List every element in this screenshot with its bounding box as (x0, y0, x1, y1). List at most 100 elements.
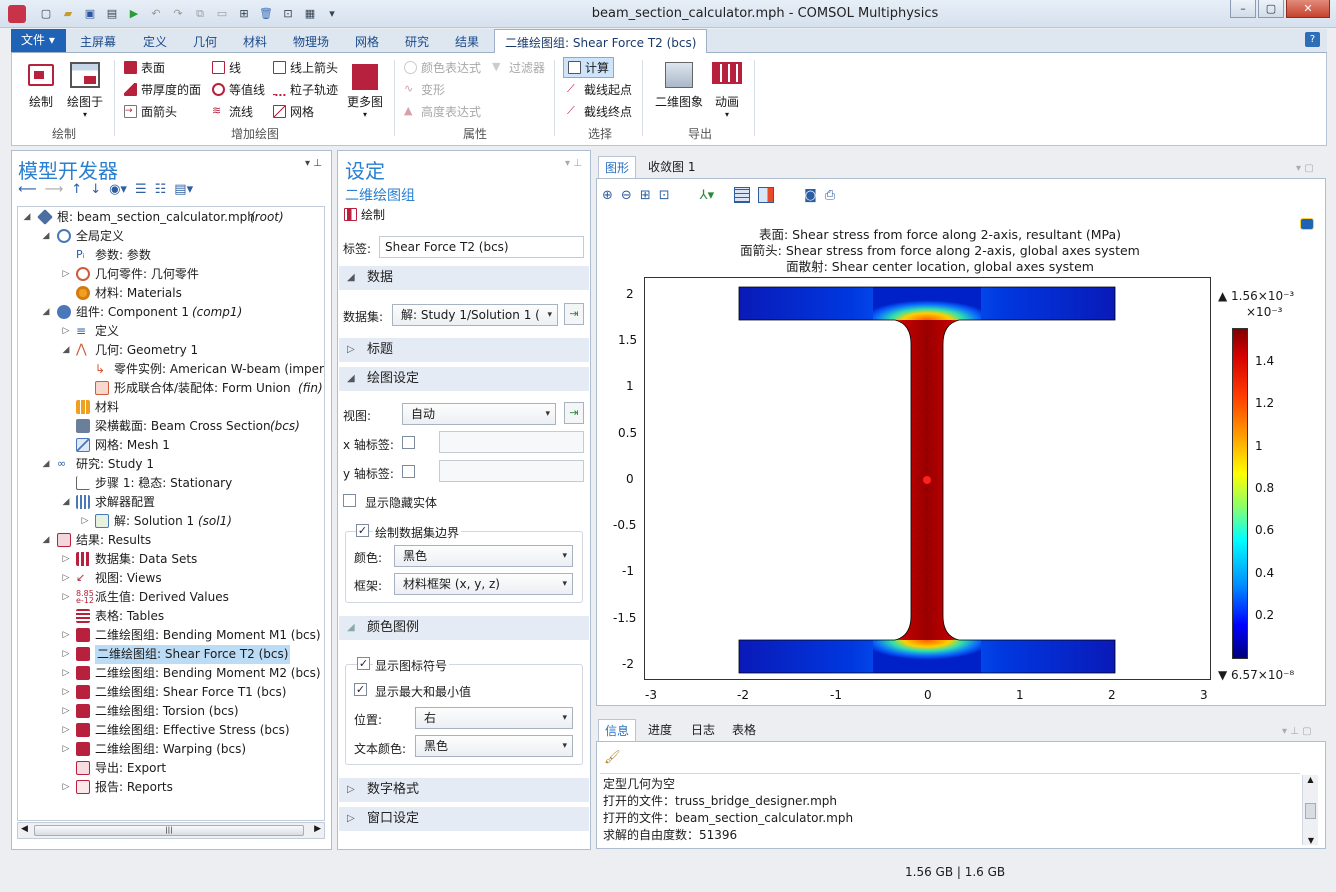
surface-button[interactable]: 表面 (124, 59, 165, 76)
scrollbar-thumb[interactable] (1305, 803, 1316, 819)
app-icon[interactable] (8, 5, 26, 23)
draw-boundary-checkbox[interactable]: ✓ (356, 524, 369, 537)
show-legend-icon[interactable] (758, 187, 775, 203)
expand-toggle-icon[interactable]: ▷ (61, 702, 71, 721)
back-icon[interactable]: ⟵ (18, 182, 37, 197)
duplicate-icon[interactable]: ⊞ (236, 6, 252, 22)
axis-orientation-icon[interactable]: ⅄▾ (700, 188, 714, 203)
expand-toggle-icon[interactable]: ▷ (61, 664, 71, 683)
y-axis-label-field[interactable] (439, 460, 584, 482)
clear-messages-icon[interactable]: 🖌 (604, 750, 621, 765)
frame-select[interactable]: 材料框架 (x, y, z) ▾ (394, 573, 573, 595)
panel-menu-icon[interactable]: ▾ ⊥ (565, 158, 582, 169)
height-surface-button[interactable]: 带厚度的面 (124, 81, 201, 98)
move-up-icon[interactable]: ↑ (71, 182, 82, 197)
panel-menu-icon[interactable]: ▾ ⊥ ▢ (1282, 726, 1312, 737)
particle-trace-button[interactable]: 粒子轨迹 (273, 81, 338, 98)
collapse-toggle-icon[interactable]: ◢ (41, 531, 51, 550)
copy-icon[interactable]: ⧉ (192, 6, 208, 22)
line-button[interactable]: 线 (212, 59, 241, 76)
move-down-icon[interactable]: ↓ (90, 182, 101, 197)
plot-in-button[interactable]: 绘图于 ▾ (64, 62, 106, 119)
section-window-settings[interactable]: ▷ 窗口设定 (339, 807, 589, 831)
close-button[interactable]: ✕ (1286, 0, 1330, 18)
show-minmax-checkbox[interactable]: ✓ (354, 683, 367, 696)
tab-convergence-plot[interactable]: 收敛图 1 (642, 156, 701, 178)
scroll-left-icon[interactable]: ◀ (21, 824, 28, 834)
minimize-button[interactable]: – (1230, 0, 1256, 18)
height-expression-button[interactable]: ▲ 高度表达式 (404, 103, 481, 120)
zoom-extents-icon[interactable]: ⊡ (659, 188, 670, 203)
more-icon[interactable]: ▾ (324, 6, 340, 22)
streamline-button[interactable]: ≋ 流线 (212, 103, 253, 120)
color-expression-button[interactable]: 颜色表达式 (404, 59, 481, 76)
paste-icon[interactable]: ▭ (214, 6, 230, 22)
collapse-icon[interactable]: ☷ (155, 182, 167, 197)
mesh-button[interactable]: 网格 (273, 103, 314, 120)
maximize-button[interactable]: ▢ (1258, 0, 1284, 18)
tab-table[interactable]: 表格 (726, 719, 762, 741)
show-icon[interactable]: ◉▾ (109, 182, 127, 197)
tab-progress[interactable]: 进度 (642, 719, 678, 741)
tab-study[interactable]: 研究 (405, 29, 429, 53)
deform-button[interactable]: ∿ 变形 (404, 81, 445, 98)
text-color-select[interactable]: 黑色 ▾ (415, 735, 573, 757)
section-title[interactable]: ▷ 标题 (339, 338, 589, 362)
line-arrow-button[interactable]: 线上箭头 (273, 59, 338, 76)
expand-toggle-icon[interactable]: ▷ (61, 721, 71, 740)
section-data[interactable]: ◢ 数据 (339, 266, 589, 290)
tab-materials[interactable]: 材料 (243, 29, 267, 53)
tab-messages[interactable]: 信息 (598, 719, 637, 741)
panel-menu-icon[interactable]: ▾ ⊥ (305, 158, 322, 169)
position-select[interactable]: 右 ▾ (415, 707, 573, 729)
show-hidden-checkbox[interactable] (343, 494, 356, 507)
expand-toggle-icon[interactable]: ▷ (80, 512, 90, 531)
cut-line-end-button[interactable]: ⟋ 截线终点 (567, 103, 632, 120)
beam-section-plot[interactable] (645, 278, 1210, 679)
expand-toggle-icon[interactable]: ▷ (61, 265, 71, 284)
section-color-legend[interactable]: ◢ 颜色图例 (339, 616, 589, 640)
show-grid-icon[interactable] (734, 187, 751, 203)
scroll-right-icon[interactable]: ▶ (314, 824, 321, 834)
y-axis-label-checkbox[interactable] (402, 465, 415, 478)
tab-home[interactable]: 主屏幕 (80, 29, 116, 53)
zoom-out-icon[interactable]: ⊖ (621, 188, 632, 203)
expand-icon[interactable]: ☰ (135, 182, 147, 197)
go-to-view-icon[interactable]: ⇥ (564, 402, 584, 424)
scroll-down-icon[interactable]: ▼ (1303, 836, 1319, 845)
cut-line-start-button[interactable]: ⟋ 截线起点 (567, 81, 632, 98)
rename-icon[interactable]: ▦ (302, 6, 318, 22)
panel-menu-icon[interactable]: ▾ ▢ (1296, 163, 1314, 174)
compute-button[interactable]: 计算 (563, 57, 615, 78)
camera-icon[interactable]: ◙ (804, 188, 817, 203)
surface-arrow-button[interactable]: → 面箭头 (124, 103, 177, 120)
collapse-toggle-icon[interactable]: ◢ (41, 455, 51, 474)
expand-toggle-icon[interactable]: ▷ (61, 322, 71, 341)
open-folder-icon[interactable]: ▰ (60, 6, 76, 22)
expand-toggle-icon[interactable]: ▷ (61, 740, 71, 759)
expand-toggle-icon[interactable]: ▷ (61, 550, 71, 569)
collapse-toggle-icon[interactable]: ◢ (41, 227, 51, 246)
collapse-toggle-icon[interactable]: ◢ (41, 303, 51, 322)
section-number-format[interactable]: ▷ 数字格式 (339, 778, 589, 802)
tree-options-icon[interactable]: ▤▾ (174, 182, 193, 197)
expand-toggle-icon[interactable]: ▷ (61, 569, 71, 588)
zoom-box-icon[interactable]: ⊞ (640, 188, 651, 203)
image-2d-button[interactable]: 二维图象 (652, 62, 706, 110)
color-select[interactable]: 黑色 ▾ (394, 545, 573, 567)
section-plot-settings[interactable]: ◢ 绘图设定 (339, 367, 589, 391)
settings-plot-button[interactable]: 绘制 (344, 206, 385, 223)
plot-button[interactable]: 绘制 (24, 64, 58, 110)
tree-horizontal-scrollbar[interactable]: ◀ ||| ▶ (17, 822, 325, 839)
show-legend-checkbox[interactable]: ✓ (357, 657, 370, 670)
expand-toggle-icon[interactable]: ▷ (61, 683, 71, 702)
help-icon[interactable]: ? (1305, 32, 1320, 47)
filter-button[interactable]: ▼ 过滤器 (492, 59, 545, 76)
save-as-icon[interactable]: ▤ (104, 6, 120, 22)
file-menu-button[interactable]: 文件 ▾ (11, 29, 66, 52)
expand-toggle-icon[interactable]: ▷ (61, 626, 71, 645)
new-file-icon[interactable]: ▢ (38, 6, 54, 22)
collapse-toggle-icon[interactable]: ◢ (61, 493, 71, 512)
delete-icon[interactable]: 🗑 (258, 6, 274, 22)
collapse-toggle-icon[interactable]: ◢ (61, 341, 71, 360)
